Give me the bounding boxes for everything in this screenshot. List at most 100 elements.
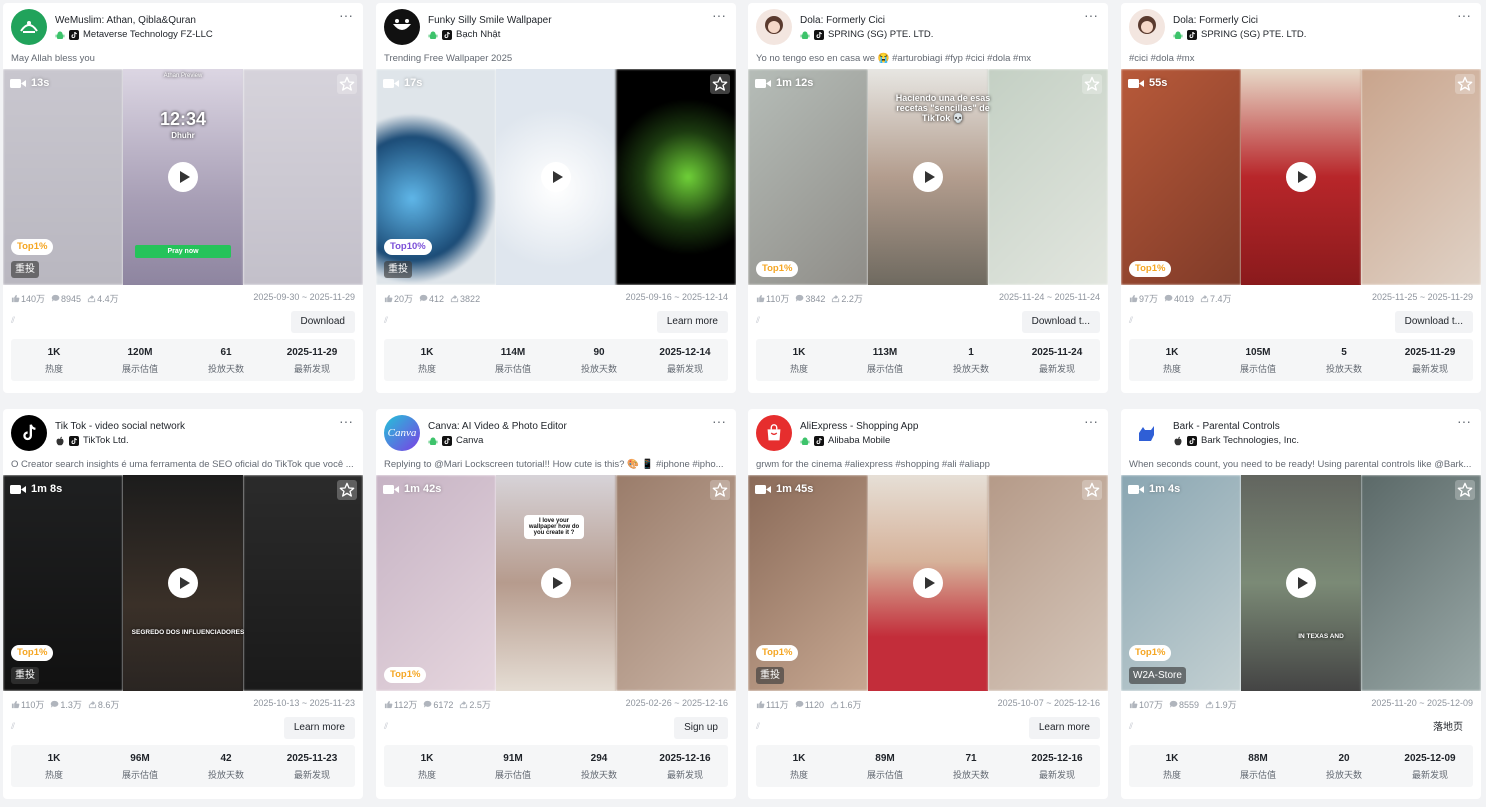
app-logo-icon[interactable] bbox=[1129, 9, 1165, 45]
link-icon[interactable]: ⫽ bbox=[1129, 315, 1133, 326]
cta-button[interactable]: Learn more bbox=[1028, 717, 1100, 739]
app-name[interactable]: WeMuslim: Athan, Qibla&Quran bbox=[55, 15, 196, 26]
cta-button[interactable]: Learn more bbox=[656, 311, 728, 333]
ad-card[interactable]: Canva Canva: AI Video & Photo Editor Canva… bbox=[376, 409, 736, 799]
app-name[interactable]: Funky Silly Smile Wallpaper bbox=[428, 15, 552, 26]
video-camera-icon bbox=[10, 484, 26, 494]
play-button[interactable] bbox=[168, 568, 198, 598]
video-overlay-text: I love your wallpaper how do you create … bbox=[524, 515, 584, 539]
video-preview[interactable]: 12:34 Dhuhr Pray now Athan Preview 13s Top1% 重… bbox=[3, 69, 363, 285]
ad-card[interactable]: Bark - Parental Controls Bark Technologie… bbox=[1121, 409, 1481, 799]
metric-label: 最新发现 bbox=[1411, 364, 1448, 374]
more-options-icon[interactable]: ··· bbox=[1457, 414, 1471, 428]
video-duration: 17s bbox=[383, 77, 422, 89]
video-frame-right bbox=[615, 69, 736, 285]
cta-button[interactable]: Learn more bbox=[283, 717, 355, 739]
more-options-icon[interactable]: ··· bbox=[1084, 414, 1098, 428]
share-icon bbox=[830, 700, 839, 709]
metric-impressions: 105M 展示估值 bbox=[1215, 339, 1301, 381]
link-icon[interactable]: ⫽ bbox=[756, 721, 760, 732]
ad-card[interactable]: Tik Tok - video social network TikTok Ltd… bbox=[3, 409, 363, 799]
video-preview[interactable]: IN TEXAS AND 1m 4s Top1% W2A-Store bbox=[1121, 475, 1481, 691]
app-logo-icon[interactable]: Canva bbox=[384, 415, 420, 451]
video-preview[interactable]: 1m 45s Top1% 重投 bbox=[748, 475, 1108, 691]
favorite-star-icon[interactable] bbox=[1082, 74, 1102, 94]
thumbs-up-icon bbox=[756, 294, 765, 303]
metric-value: 91M bbox=[503, 753, 523, 764]
favorite-star-icon[interactable] bbox=[337, 480, 357, 500]
more-options-icon[interactable]: ··· bbox=[712, 8, 726, 22]
play-button[interactable] bbox=[541, 568, 571, 598]
cta-button[interactable]: Download bbox=[290, 311, 355, 333]
video-preview[interactable]: I love your wallpaper how do you create … bbox=[376, 475, 736, 691]
play-button[interactable] bbox=[913, 162, 943, 192]
date-range: 2025-10-13 ~ 2025-11-23 bbox=[253, 698, 355, 708]
delivery-tag: 重投 bbox=[756, 667, 784, 684]
app-logo-icon[interactable] bbox=[11, 415, 47, 451]
video-duration: 1m 8s bbox=[10, 483, 62, 495]
link-icon[interactable]: ⫽ bbox=[11, 721, 15, 732]
video-preview[interactable]: 55s Top1% bbox=[1121, 69, 1481, 285]
app-name[interactable]: Canva: AI Video & Photo Editor bbox=[428, 421, 567, 432]
app-name[interactable]: Bark - Parental Controls bbox=[1173, 421, 1280, 432]
favorite-star-icon[interactable] bbox=[1455, 480, 1475, 500]
ad-card[interactable]: WeMuslim: Athan, Qibla&Quran Metaverse Te… bbox=[3, 3, 363, 393]
metric-label: 最新发现 bbox=[1038, 770, 1075, 780]
publisher-name: SPRING (SG) PTE. LTD. bbox=[1201, 29, 1307, 40]
thumbs-up-icon bbox=[11, 294, 20, 303]
link-icon[interactable]: ⫽ bbox=[384, 721, 388, 732]
cta-button[interactable]: Download t... bbox=[1021, 311, 1100, 333]
app-name[interactable]: Dola: Formerly Cici bbox=[1173, 15, 1258, 26]
thumbs-up-icon bbox=[1129, 700, 1138, 709]
video-preview[interactable]: SEGREDO DOS INFLUENCIADORES 1m 8s Top1% 重投 bbox=[3, 475, 363, 691]
video-camera-icon bbox=[383, 484, 399, 494]
play-button[interactable] bbox=[1286, 162, 1316, 192]
app-logo-icon[interactable] bbox=[756, 9, 792, 45]
ad-card[interactable]: Dola: Formerly Cici SPRING (SG) PTE. LTD.… bbox=[748, 3, 1108, 393]
video-preview[interactable]: Haciendo una de esas recetas "sencillas"… bbox=[748, 69, 1108, 285]
link-icon[interactable]: ⫽ bbox=[11, 315, 15, 326]
metric-impressions: 113M 展示估值 bbox=[842, 339, 928, 381]
link-icon[interactable]: ⫽ bbox=[384, 315, 388, 326]
more-options-icon[interactable]: ··· bbox=[339, 414, 353, 428]
app-logo-icon[interactable] bbox=[384, 9, 420, 45]
app-logo-icon[interactable] bbox=[756, 415, 792, 451]
favorite-star-icon[interactable] bbox=[1082, 480, 1102, 500]
metric-value: 2025-11-29 bbox=[286, 347, 338, 358]
cta-button[interactable]: Download t... bbox=[1394, 311, 1473, 333]
play-button[interactable] bbox=[168, 162, 198, 192]
video-preview[interactable]: 17s Top10% 重投 bbox=[376, 69, 736, 285]
publisher-row: Canva bbox=[428, 435, 483, 446]
app-name[interactable]: Dola: Formerly Cici bbox=[800, 15, 885, 26]
link-icon[interactable]: ⫽ bbox=[756, 315, 760, 326]
app-logo-icon[interactable] bbox=[1129, 415, 1165, 451]
tiktok-icon bbox=[814, 29, 824, 40]
metric-label: 热度 bbox=[1162, 770, 1181, 780]
more-options-icon[interactable]: ··· bbox=[1084, 8, 1098, 22]
app-logo-icon[interactable] bbox=[11, 9, 47, 45]
app-name[interactable]: AliExpress - Shopping App bbox=[800, 421, 918, 432]
more-options-icon[interactable]: ··· bbox=[339, 8, 353, 22]
cta-button[interactable]: Sign up bbox=[674, 717, 728, 739]
link-icon[interactable]: ⫽ bbox=[1129, 721, 1133, 732]
play-button[interactable] bbox=[1286, 568, 1316, 598]
more-options-icon[interactable]: ··· bbox=[1457, 8, 1471, 22]
video-overlay-text: Athan Preview bbox=[163, 73, 203, 79]
favorite-star-icon[interactable] bbox=[710, 74, 730, 94]
ad-card[interactable]: Dola: Formerly Cici SPRING (SG) PTE. LTD.… bbox=[1121, 3, 1481, 393]
app-name[interactable]: Tik Tok - video social network bbox=[55, 421, 185, 432]
ad-card[interactable]: Funky Silly Smile Wallpaper Bạch Nhật ··· T… bbox=[376, 3, 736, 393]
thumbs-up-icon bbox=[1129, 294, 1138, 303]
play-button[interactable] bbox=[913, 568, 943, 598]
metric-label: 最新发现 bbox=[1411, 770, 1448, 780]
play-button[interactable] bbox=[541, 162, 571, 192]
ad-card[interactable]: AliExpress - Shopping App Alibaba Mobile ·… bbox=[748, 409, 1108, 799]
metric-heat: 1K 热度 bbox=[11, 745, 97, 787]
metric-label: 展示估值 bbox=[866, 770, 903, 780]
favorite-star-icon[interactable] bbox=[1455, 74, 1475, 94]
more-options-icon[interactable]: ··· bbox=[712, 414, 726, 428]
favorite-star-icon[interactable] bbox=[337, 74, 357, 94]
cta-button[interactable]: 落地页 bbox=[1423, 717, 1473, 739]
favorite-star-icon[interactable] bbox=[710, 480, 730, 500]
metrics-panel: 1K 热度 96M 展示估值 42 投放天数 2025-11-23 最新发现 bbox=[11, 745, 355, 787]
